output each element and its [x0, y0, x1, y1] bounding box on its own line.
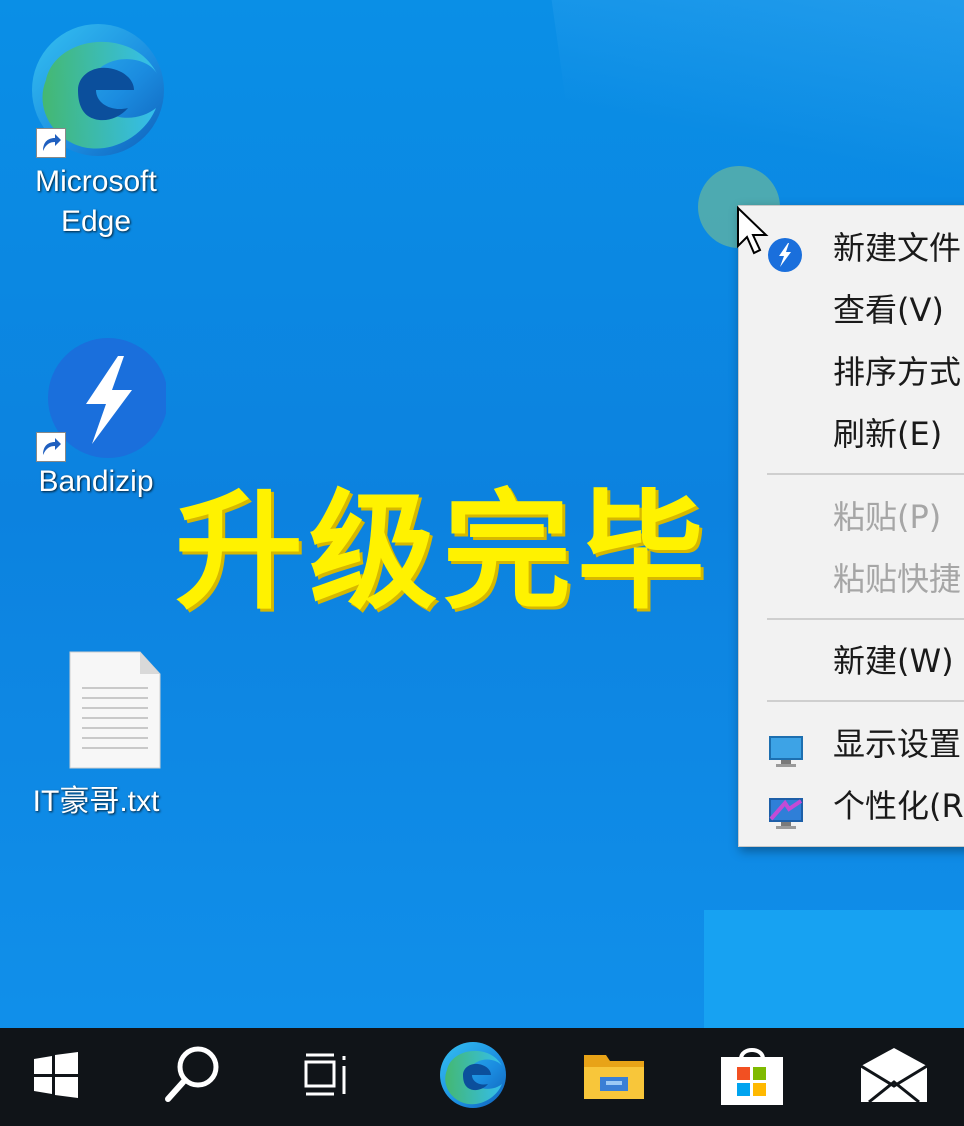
menu-item-label: 排序方式: [833, 353, 962, 391]
search-button[interactable]: [144, 1028, 240, 1126]
personalize-icon: [767, 789, 803, 829]
menu-separator: [767, 618, 964, 620]
display-icon: [767, 727, 803, 767]
menu-item-personalize[interactable]: 个性化(R: [739, 775, 964, 837]
context-menu: 新建文件 查看(V) 排序方式 刷新(E) 粘贴(P) 粘贴快捷 新建(W) 显…: [738, 205, 964, 847]
start-button[interactable]: [8, 1028, 104, 1126]
desktop-icon-label: Microsoft: [35, 165, 157, 198]
desktop-highlight-area: [704, 910, 964, 1028]
taskbar-edge[interactable]: [424, 1028, 520, 1126]
menu-item-label: 查看(V): [833, 291, 944, 329]
taskbar-mail[interactable]: [846, 1028, 942, 1126]
menu-item-label: 新建文件: [833, 229, 962, 267]
menu-item-new[interactable]: 新建(W): [739, 630, 964, 692]
menu-item-sort-by[interactable]: 排序方式: [739, 341, 964, 403]
shortcut-arrow-icon: [36, 432, 66, 462]
menu-separator: [767, 473, 964, 475]
search-icon: [160, 1043, 224, 1111]
store-icon: [719, 1043, 785, 1111]
mouse-cursor-icon: [736, 205, 770, 260]
menu-item-refresh[interactable]: 刷新(E): [739, 403, 964, 465]
desktop-icon-label: Edge: [60, 205, 132, 238]
menu-item-paste[interactable]: 粘贴(P): [739, 486, 964, 548]
taskbar: [0, 1028, 964, 1126]
overlay-caption: 升级完毕: [175, 478, 712, 627]
desktop-icon-bandizip[interactable]: Bandizip: [6, 336, 186, 504]
menu-item-label: 刷新(E): [833, 415, 943, 453]
taskbar-store[interactable]: [704, 1028, 800, 1126]
file-explorer-icon: [582, 1047, 646, 1107]
bandizip-icon: [767, 231, 803, 272]
start-icon: [32, 1051, 80, 1103]
edge-icon: [26, 20, 166, 160]
desktop-icon-edge[interactable]: Microsoft Edge: [6, 20, 186, 244]
desktop-icon-txt-file[interactable]: IT豪哥.txt: [6, 648, 186, 824]
edge-icon: [437, 1040, 507, 1114]
menu-item-label: 粘贴(P): [833, 498, 942, 536]
mail-icon: [859, 1046, 929, 1108]
menu-item-label: 显示设置: [833, 725, 962, 763]
menu-item-label: 新建(W): [833, 642, 954, 680]
menu-item-new-folder[interactable]: 新建文件: [739, 217, 964, 279]
menu-item-view[interactable]: 查看(V): [739, 279, 964, 341]
menu-item-paste-shortcut[interactable]: 粘贴快捷: [739, 548, 964, 610]
menu-item-display-settings[interactable]: 显示设置: [739, 713, 964, 775]
desktop: Microsoft Edge Bandizip IT豪哥.txt 升级完毕 新建…: [0, 0, 964, 1028]
task-view-button[interactable]: [280, 1028, 376, 1126]
menu-separator: [767, 700, 964, 702]
menu-item-label: 个性化(R: [833, 787, 964, 825]
shortcut-arrow-icon: [36, 128, 66, 158]
task-view-icon: [302, 1050, 354, 1104]
taskbar-file-explorer[interactable]: [566, 1028, 662, 1126]
bandizip-icon: [26, 336, 168, 476]
text-file-icon: [26, 648, 166, 788]
menu-item-label: 粘贴快捷: [833, 560, 962, 598]
